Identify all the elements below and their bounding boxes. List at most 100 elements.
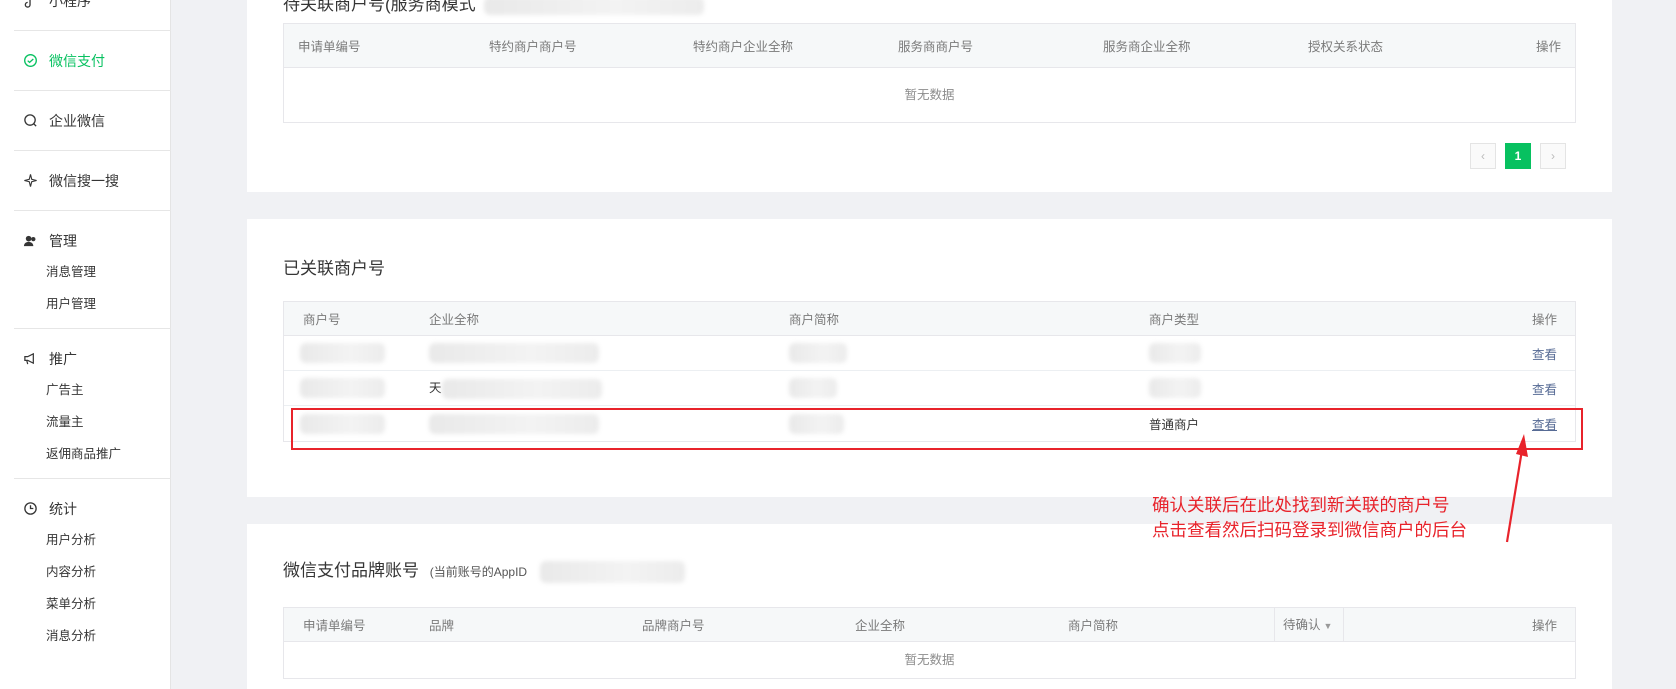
nav-sub-user-analysis[interactable]: 用户分析	[46, 524, 171, 556]
company-name-prefix: 天	[429, 381, 442, 396]
col-application-id: 申请单编号	[298, 40, 361, 54]
linked-merchants-card: 已关联商户号 商户号 企业全称 商户简称 商户类型 操作 查看 天 查看 普通商…	[247, 219, 1612, 497]
caret-down-icon: ▼	[1323, 620, 1333, 631]
redacted-text	[429, 343, 599, 363]
nav-search-label: 微信搜一搜	[49, 172, 119, 189]
col-company-name: 企业全称	[855, 619, 906, 633]
table-row: 查看	[284, 336, 1575, 371]
nav-group-promote: 推广 广告主 流量主 返佣商品推广	[14, 329, 171, 479]
col-provider-name: 服务商企业全称	[1103, 40, 1191, 54]
pending-title: 待关联商户号(服务商模式	[283, 0, 705, 15]
nav-sub-content-analysis[interactable]: 内容分析	[46, 556, 171, 588]
nav-mini-program-label: 小程序	[49, 0, 91, 9]
nav-wechat-pay-label: 微信支付	[49, 52, 105, 69]
col-action: 操作	[1531, 313, 1557, 327]
short-name-cell	[789, 343, 1149, 363]
col-auth-status: 授权关系状态	[1308, 40, 1384, 54]
redacted-text	[441, 378, 602, 399]
nav-group-stats: 统计 用户分析 内容分析 菜单分析 消息分析	[14, 479, 171, 660]
company-name-cell	[429, 343, 789, 363]
page-1-button[interactable]: 1	[1505, 143, 1531, 169]
nav-sub-message-analysis[interactable]: 消息分析	[46, 620, 171, 652]
nav-wechat-pay[interactable]: 微信支付	[14, 31, 171, 90]
col-action: 操作	[1531, 619, 1557, 633]
col-merchant-short-name: 商户简称	[789, 313, 840, 327]
col-company-name: 企业全称	[429, 313, 480, 327]
nav-promote-label: 推广	[49, 350, 77, 367]
col-merchant-short-name: 商户简称	[1068, 619, 1119, 633]
table-row: 天 查看	[284, 371, 1575, 406]
merchant-type-cell	[1149, 343, 1509, 363]
next-page-button[interactable]: ›	[1540, 143, 1566, 169]
action-cell: 查看	[1509, 344, 1575, 363]
col-sub-merchant-name: 特约商户企业全称	[693, 40, 794, 54]
view-link[interactable]: 查看	[1532, 383, 1557, 397]
pending-table-header: 申请单编号 特约商户商户号 特约商户企业全称 服务商商户号 服务商企业全称 授权…	[284, 24, 1575, 68]
status-filter-dropdown[interactable]: 待确认 ▼	[1274, 607, 1344, 642]
view-link[interactable]: 查看	[1532, 348, 1557, 362]
nav-sub-publisher[interactable]: 流量主	[46, 406, 171, 438]
nav-search[interactable]: 微信搜一搜	[14, 151, 171, 210]
nav-sub-menu-analysis[interactable]: 菜单分析	[46, 588, 171, 620]
nav-mini-program[interactable]: 小程序	[14, 0, 171, 30]
nav-manage-label: 管理	[49, 232, 77, 249]
nav-stats-sub: 用户分析 内容分析 菜单分析 消息分析	[14, 524, 171, 660]
nav-stats-label: 统计	[49, 500, 77, 517]
sidebar: 小程序 微信支付 企业微信 微信搜一搜 管理 消息管理 用户管理 推广 广告主 …	[0, 0, 171, 689]
highlight-box	[291, 408, 1583, 450]
nav-group-wechat-pay: 微信支付	[14, 31, 171, 91]
nav-group-manage: 管理 消息管理 用户管理	[14, 211, 171, 329]
col-provider-merchant-id: 服务商商户号	[898, 40, 974, 54]
company-name-cell: 天	[429, 377, 789, 399]
status-filter-label: 待确认	[1283, 617, 1321, 632]
nav-wecom[interactable]: 企业微信	[14, 91, 171, 150]
nav-sub-user-manage[interactable]: 用户管理	[46, 288, 171, 320]
redacted-text	[789, 343, 847, 363]
short-name-cell	[789, 378, 1149, 398]
redacted-text	[300, 343, 385, 363]
brand-title-text: 微信支付品牌账号	[283, 561, 419, 580]
pending-merchants-card: 待关联商户号(服务商模式 申请单编号 特约商户商户号 特约商户企业全称 服务商商…	[247, 0, 1612, 192]
merchant-id-cell	[284, 378, 429, 398]
nav-sub-rebate-goods[interactable]: 返佣商品推广	[46, 438, 171, 470]
nav-promote-sub: 广告主 流量主 返佣商品推广	[14, 374, 171, 478]
nav-manage-sub: 消息管理 用户管理	[14, 256, 171, 328]
annotation-arrow	[1505, 434, 1528, 543]
brand-table: 申请单编号 品牌 品牌商户号 企业全称 商户简称 待确认 ▼ 操作 暂无数据	[283, 607, 1576, 679]
appid-note: (当前账号的AppID	[429, 565, 528, 579]
merchant-id-cell	[284, 343, 429, 363]
nav-group-search: 微信搜一搜	[14, 151, 171, 211]
col-merchant-type: 商户类型	[1149, 313, 1200, 327]
col-action: 操作	[1535, 40, 1561, 54]
pending-table: 申请单编号 特约商户商户号 特约商户企业全称 服务商商户号 服务商企业全称 授权…	[283, 23, 1576, 123]
action-cell: 查看	[1509, 379, 1575, 398]
annotation-line-2: 点击查看然后扫码登录到微信商户的后台	[1152, 520, 1467, 540]
prev-page-button[interactable]: ‹	[1470, 143, 1496, 169]
col-sub-merchant-id: 特约商户商户号	[489, 40, 577, 54]
nav-sub-message-manage[interactable]: 消息管理	[46, 256, 171, 288]
wecom-icon	[21, 112, 39, 130]
annotation-note: 确认关联后在此处找到新关联的商户号 点击查看然后扫码登录到微信商户的后台	[1152, 493, 1467, 543]
nav-sub-advertiser[interactable]: 广告主	[46, 374, 171, 406]
redacted-text	[539, 560, 685, 583]
users-icon	[21, 232, 39, 250]
redacted-text	[300, 378, 385, 398]
sparkle-icon	[21, 172, 39, 190]
nav-group-wecom: 企业微信	[14, 91, 171, 151]
col-merchant-id: 商户号	[303, 313, 341, 327]
brand-table-header: 申请单编号 品牌 品牌商户号 企业全称 商户简称 待确认 ▼ 操作	[284, 607, 1575, 642]
annotation-line-1: 确认关联后在此处找到新关联的商户号	[1152, 495, 1450, 515]
pagination: ‹ 1 ›	[1470, 143, 1566, 169]
megaphone-icon	[21, 350, 39, 368]
nav-group-mini-program: 小程序	[14, 0, 171, 31]
redacted-text	[789, 378, 837, 398]
redacted-text	[1149, 378, 1201, 398]
linked-table-header: 商户号 企业全称 商户简称 商户类型 操作	[284, 302, 1575, 336]
wechat-pay-icon	[21, 52, 39, 70]
redacted-text	[1149, 343, 1201, 363]
pending-title-text: 待关联商户号(服务商模式	[283, 0, 476, 14]
mini-program-icon	[21, 0, 39, 10]
col-brand-merchant-id: 品牌商户号	[642, 619, 705, 633]
col-brand: 品牌	[429, 619, 455, 633]
merchant-type-cell	[1149, 378, 1509, 398]
